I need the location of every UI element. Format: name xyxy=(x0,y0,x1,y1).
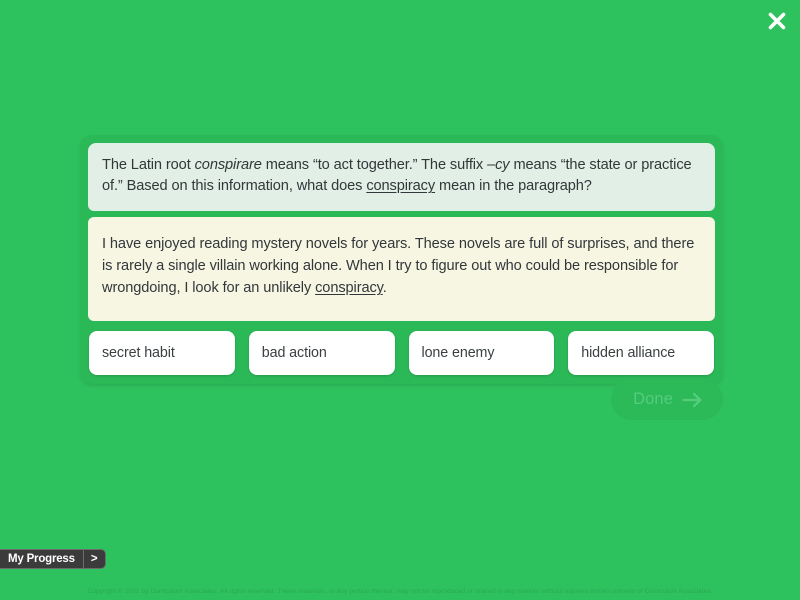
assessment-item-card: The Latin root conspirare means “to act … xyxy=(80,135,723,385)
answer-choice-b[interactable]: bad action xyxy=(248,331,395,376)
done-button-row: Done xyxy=(80,379,723,420)
passage-text-part1: I have enjoyed reading mystery novels fo… xyxy=(102,235,695,297)
my-progress-expand-button[interactable]: > xyxy=(82,550,105,568)
my-progress-tab[interactable]: My Progress > xyxy=(0,549,106,569)
answer-choice-d[interactable]: hidden alliance xyxy=(568,331,714,376)
question-text-part1: The Latin root xyxy=(102,157,195,173)
arrow-right-icon xyxy=(682,392,703,408)
close-icon xyxy=(764,8,790,34)
answer-choice-c[interactable]: lone enemy xyxy=(408,331,555,376)
question-text-part2: means “to act together.” The suffix xyxy=(261,157,488,173)
answer-choice-label: hidden alliance xyxy=(581,345,676,362)
suffix-italic: –cy xyxy=(487,157,510,173)
answer-choice-list: secret habit bad action lone enemy hidde… xyxy=(88,331,715,376)
reading-passage-panel: I have enjoyed reading mystery novels fo… xyxy=(88,216,715,322)
latin-root-italic: conspirare xyxy=(194,157,262,173)
answer-choice-a[interactable]: secret habit xyxy=(89,331,235,376)
my-progress-label: My Progress xyxy=(8,553,75,565)
question-target-word: conspiracy xyxy=(366,178,436,195)
done-button[interactable]: Done xyxy=(611,379,723,420)
close-button[interactable] xyxy=(760,4,794,38)
answer-choice-label: bad action xyxy=(261,345,327,362)
question-text-part4: mean in the paragraph? xyxy=(435,178,592,195)
question-stem-panel: The Latin root conspirare means “to act … xyxy=(88,143,715,211)
copyright-notice: Copyright © 2021 by Curriculum Associate… xyxy=(87,588,713,595)
answer-choice-label: secret habit xyxy=(102,345,175,362)
done-button-label: Done xyxy=(633,390,673,408)
passage-target-word: conspiracy xyxy=(315,280,383,297)
answer-choice-label: lone enemy xyxy=(421,345,495,362)
passage-text-part2: . xyxy=(382,280,387,297)
